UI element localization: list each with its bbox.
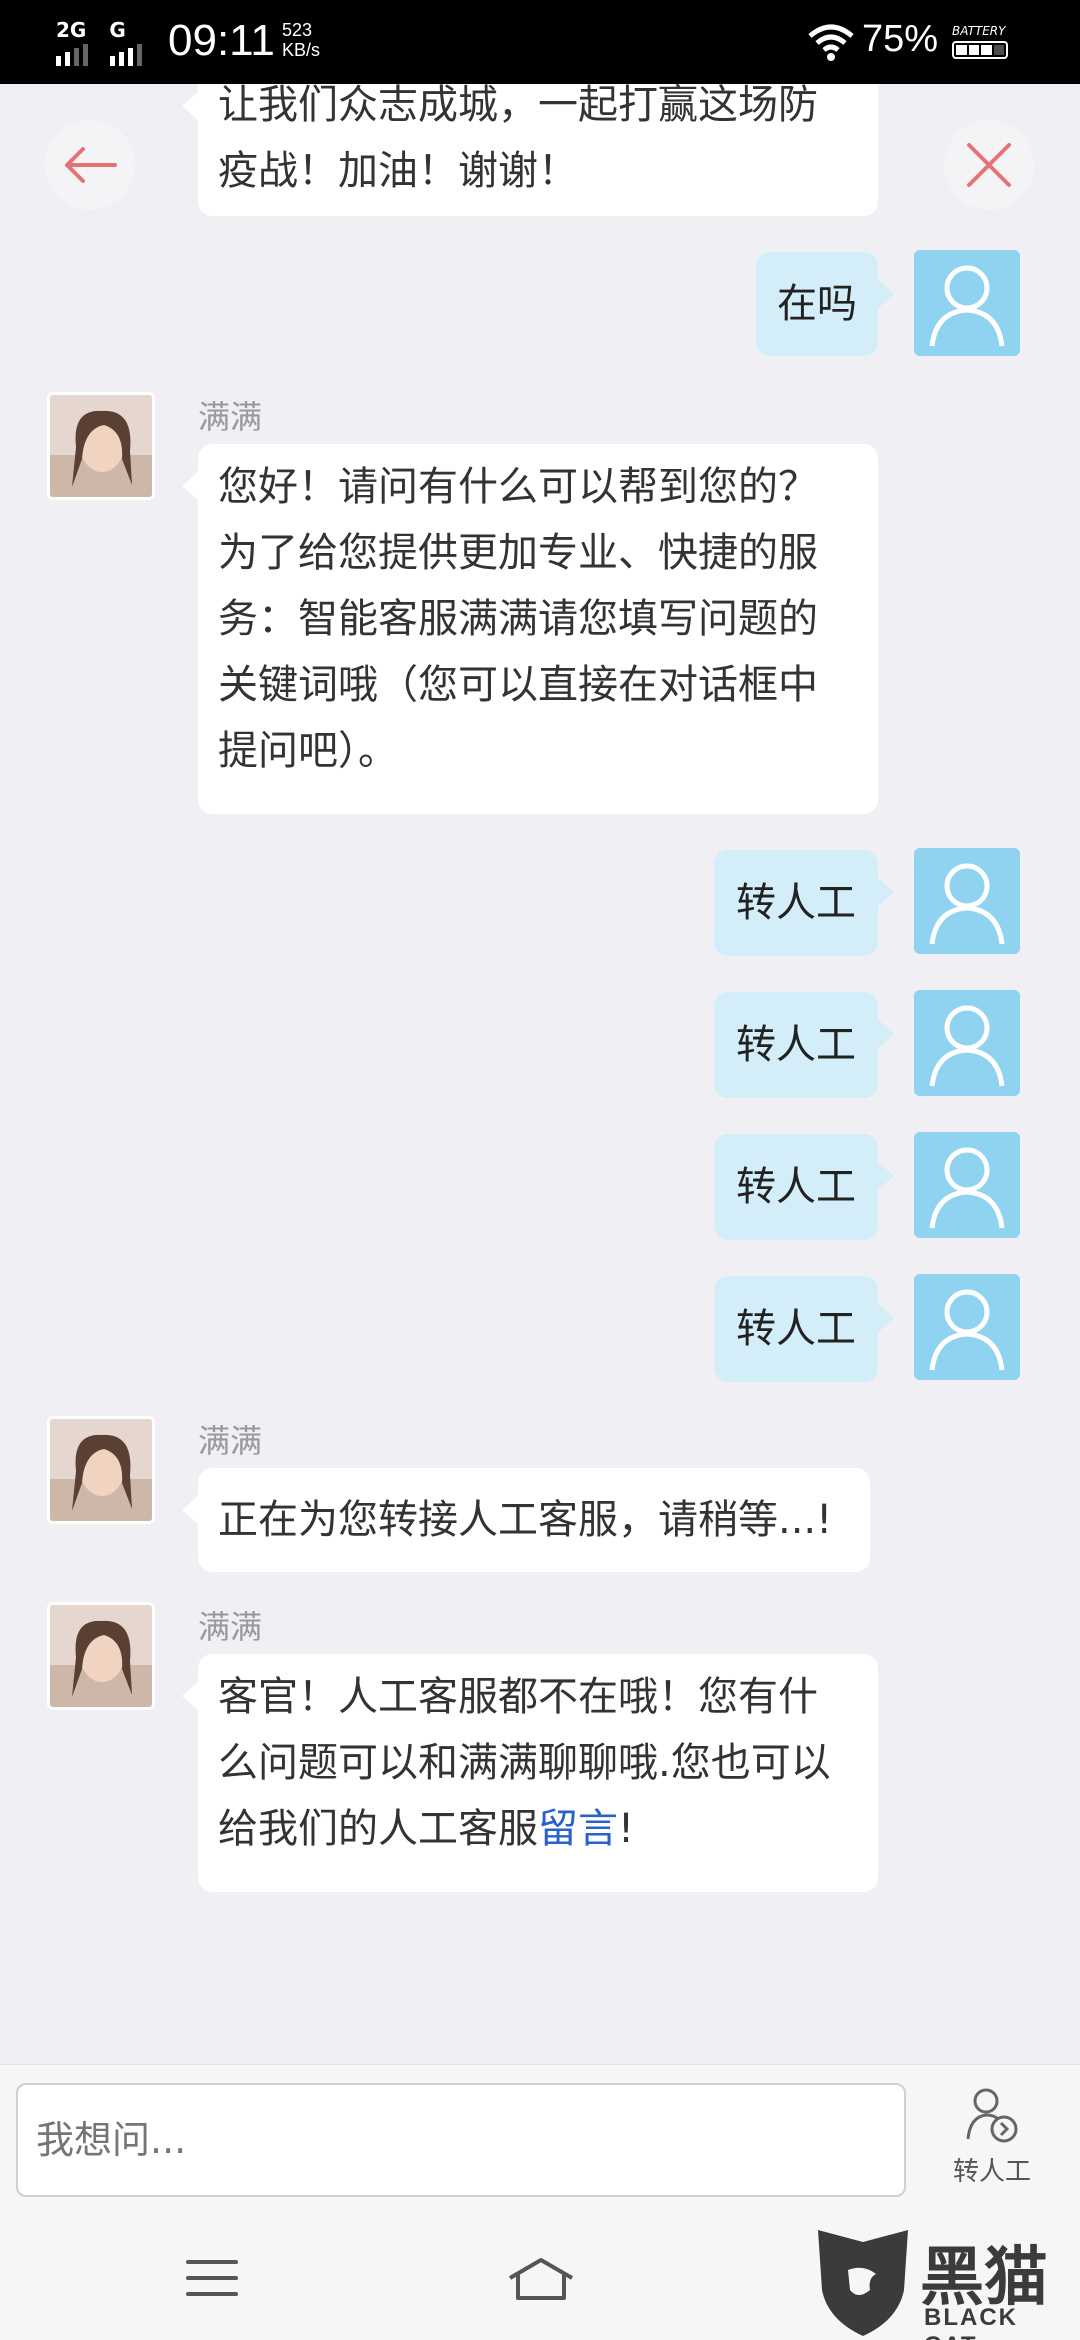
signal-indicator: 2G G — [56, 18, 142, 66]
bot-message-bubble: 正在为您转接人工客服，请稍等...! — [182, 1468, 870, 1572]
network-speed: 523 KB/s — [282, 20, 321, 60]
menu-icon[interactable] — [186, 2258, 238, 2298]
user-message-bubble: 转人工 — [714, 992, 894, 1098]
user-silhouette-icon — [929, 1289, 1005, 1371]
network-type-1: 2G — [56, 18, 87, 42]
bot-message-bubble: 让我们众志成城，一起打赢这场防 疫战！加油！谢谢！ — [182, 84, 878, 216]
user-silhouette-icon — [929, 1005, 1005, 1087]
battery-icon: BATTERY — [952, 24, 1014, 64]
wifi-icon — [808, 24, 854, 61]
transfer-to-human-button[interactable]: 转人工 — [944, 2085, 1040, 2195]
user-avatar — [914, 1274, 1020, 1380]
status-bar: 2G G 09:11 523 KB/s 75% BATTERY — [0, 0, 1080, 84]
bot-name: 满满 — [198, 1608, 263, 1646]
signal-bars-icon — [56, 42, 164, 66]
user-avatar — [914, 250, 1020, 356]
user-message-bubble: 转人工 — [714, 850, 894, 956]
bot-avatar — [47, 392, 155, 500]
user-silhouette-icon — [929, 1147, 1005, 1229]
back-button[interactable] — [45, 120, 135, 210]
bot-message-bubble: 客官！人工客服都不在哦！您有什 么问题可以和满满聊聊哦.您也可以 给我们的人工客… — [182, 1654, 878, 1892]
user-silhouette-icon — [929, 863, 1005, 945]
bot-name: 满满 — [198, 1422, 263, 1460]
user-message-bubble: 在吗 — [756, 252, 894, 356]
user-message-bubble: 转人工 — [714, 1276, 894, 1382]
user-avatar — [914, 990, 1020, 1096]
bot-avatar — [47, 1602, 155, 1710]
chat-messages[interactable]: 让我们众志成城，一起打赢这场防 疫战！加油！谢谢！ 在吗 满满 您好！请问有什么… — [0, 84, 1080, 2064]
user-message-bubble: 转人工 — [714, 1134, 894, 1240]
input-bar: 转人工 — [0, 2064, 1080, 2210]
transfer-agent-icon — [966, 2088, 1018, 2143]
watermark-subtitle: BLACK CAT — [924, 2304, 1018, 2340]
user-silhouette-icon — [929, 265, 1005, 347]
clock: 09:11 — [168, 16, 275, 65]
cat-shield-logo-icon — [818, 2230, 908, 2336]
network-type-2: G — [109, 18, 126, 42]
bot-name: 满满 — [198, 398, 263, 436]
arrow-left-icon — [65, 147, 117, 183]
bot-avatar — [47, 1416, 155, 1524]
close-button[interactable] — [944, 120, 1034, 210]
user-avatar — [914, 848, 1020, 954]
transfer-label: 转人工 — [952, 2157, 1031, 2187]
leave-message-link[interactable]: 留言 — [538, 1806, 618, 1852]
question-input[interactable] — [16, 2083, 906, 2197]
close-x-icon — [967, 143, 1011, 187]
user-avatar — [914, 1132, 1020, 1238]
home-icon[interactable] — [506, 2256, 576, 2302]
battery-percent: 75% — [862, 18, 939, 60]
bot-message-bubble: 您好！请问有什么可以帮到您的？ 为了给您提供更加专业、快捷的服 务：智能客服满满… — [182, 444, 878, 814]
watermark: 黑猫 BLACK CAT — [808, 2220, 1080, 2340]
